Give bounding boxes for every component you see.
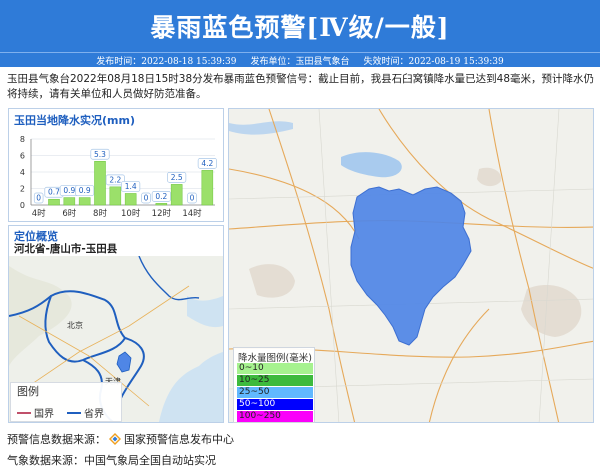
- x-tick-label: 10时: [121, 208, 141, 219]
- rainfall-legend: 降水量图例(毫米) 0~10 10~25 25~50 50~100 100~25…: [233, 347, 315, 423]
- warning-title: 暴雨蓝色预警[Ⅳ级/一般]: [150, 13, 450, 42]
- warning-source-label: 预警信息数据来源：: [7, 433, 106, 446]
- province-border-swatch: [67, 411, 81, 414]
- legend-item-national-border: 国界: [17, 405, 54, 420]
- rain-bar-15时: [201, 170, 214, 206]
- data-label: 2.2: [109, 175, 121, 184]
- x-tick-label: 8时: [93, 208, 107, 219]
- data-label: 0.2: [155, 192, 167, 201]
- rain-bar-12时: [155, 203, 168, 206]
- rain-bar-8时: [94, 161, 106, 206]
- data-label: 5.3: [94, 150, 106, 159]
- issuer: 发布单位：玉田县气象台: [250, 56, 350, 67]
- warning-source-value: 国家预警信息发布中心: [124, 433, 234, 446]
- data-label: 1.4: [125, 182, 137, 191]
- rainfall-legend-row-100-250: 100~250: [237, 411, 313, 422]
- y-tick-label: 4: [20, 168, 25, 177]
- warning-description: 玉田县气象台2022年08月18日15时38分发布暴雨蓝色预警信号：截止目前，我…: [7, 73, 595, 100]
- y-tick-label: 0: [20, 201, 25, 210]
- rainfall-legend-row-50-100: 50~100: [237, 399, 313, 410]
- map-label-beijing: 北京: [67, 320, 83, 330]
- warning-source-line: 预警信息数据来源： 国家预警信息发布中心: [7, 431, 234, 447]
- rain-bar-5时: [48, 198, 60, 206]
- location-subtitle: 河北省-唐山市-玉田县: [14, 243, 118, 255]
- x-tick-label: 14时: [182, 208, 202, 219]
- warning-center-logo-icon: [109, 433, 121, 445]
- rainfall-legend-row-10-25: 10~25: [237, 375, 313, 386]
- rainfall-chart-panel: 玉田当地降水实况(mm) 0 2 4 6 8 0 0.7 0.9 0.9 5.3 2.2 1.4 0 0.…: [8, 108, 224, 222]
- data-label: 0: [36, 194, 41, 203]
- rainfall-bar-chart: 0246800.7 0.9 0.95.32.21.40 0.22.504.24时 6时 8…: [20, 135, 217, 219]
- warning-header: 暴雨蓝色预警[Ⅳ级/一般]: [0, 0, 600, 52]
- legend-title: 图例: [17, 385, 39, 398]
- y-tick-label: 2: [20, 185, 25, 194]
- issue-time: 发布时间：2022-08-18 15:39:39: [96, 56, 237, 67]
- rain-bar-10时: [124, 193, 137, 206]
- rainfall-legend-title: 降水量图例(毫米): [238, 353, 312, 364]
- rainfall-legend-row-25-50: 25~50: [237, 387, 313, 398]
- map-legend: 图例 国界 省界: [10, 382, 122, 422]
- x-tick-label: 6时: [62, 208, 76, 219]
- rainfall-legend-row-0-10: 0~10: [237, 363, 313, 374]
- national-border-swatch: [17, 411, 31, 414]
- y-tick-label: 8: [20, 135, 25, 144]
- data-label: 0: [190, 194, 195, 203]
- data-label: 0.9: [79, 186, 91, 195]
- weather-source: 气象数据来源：中国气象局全国自动站实况: [7, 454, 216, 467]
- y-tick-label: 6: [20, 152, 25, 161]
- data-label: 2.5: [171, 173, 183, 182]
- rain-bar-9时: [109, 186, 122, 206]
- data-label: 0: [144, 194, 149, 203]
- data-label: 0.7: [48, 188, 60, 197]
- rain-bar-7时: [78, 197, 91, 206]
- data-label: 4.2: [201, 159, 213, 168]
- rain-bar-13时: [170, 184, 183, 206]
- x-tick-label: 4时: [32, 208, 46, 219]
- weather-source-line: 气象数据来源：中国气象局全国自动站实况: [7, 452, 216, 468]
- expire-time: 失效时间：2022-08-19 15:39:39: [363, 56, 504, 67]
- legend-item-province-border: 省界: [67, 405, 104, 420]
- data-label: 0.9: [63, 186, 75, 195]
- x-tick-label: 12时: [152, 208, 172, 219]
- rain-bar-6时: [63, 197, 76, 206]
- warning-meta-bar: 发布时间：2022-08-18 15:39:39 发布单位：玉田县气象台 失效时…: [0, 52, 600, 67]
